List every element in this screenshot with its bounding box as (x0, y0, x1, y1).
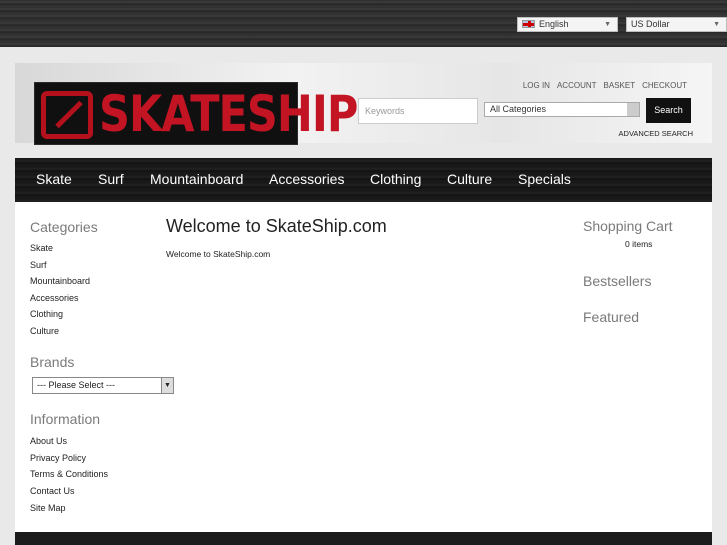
nav-item-clothing[interactable]: Clothing (370, 171, 421, 187)
nav-item-skate[interactable]: Skate (36, 171, 72, 187)
site-header: SKATESHIP LOG IN ACCOUNT BASKET CHECKOUT Ke… (15, 63, 712, 145)
nav-item-accessories[interactable]: Accessories (269, 171, 344, 187)
main-content-area: Categories Skate Surf Mountainboard Acce… (15, 202, 712, 532)
chevron-down-icon: ▼ (604, 21, 611, 28)
category-link-surf[interactable]: Surf (30, 260, 47, 270)
main-nav: Skate Surf Mountainboard Accessories Clo… (15, 158, 712, 202)
info-link-contact-us[interactable]: Contact Us (30, 486, 75, 496)
information-heading: Information (30, 411, 101, 427)
search-button[interactable]: Search (646, 98, 691, 123)
brand-select[interactable]: --- Please Select --- ▼ (32, 377, 174, 394)
basket-link[interactable]: BASKET (604, 81, 636, 90)
language-select[interactable]: English ▼ (517, 17, 618, 32)
page-title: Welcome to SkateShip.com (166, 216, 387, 236)
chevron-down-icon: ▼ (161, 378, 173, 393)
currency-select[interactable]: US Dollar ▼ (626, 17, 727, 32)
logo-text: SKATESHIP (99, 86, 358, 144)
advanced-search-link[interactable]: ADVANCED SEARCH (619, 129, 693, 138)
category-link-accessories[interactable]: Accessories (30, 293, 79, 303)
category-link-culture[interactable]: Culture (30, 326, 59, 336)
cart-item-count: 0 items (625, 239, 653, 249)
account-link[interactable]: ACCOUNT (557, 81, 597, 90)
category-select[interactable]: All Categories (484, 102, 640, 117)
checkout-link[interactable]: CHECKOUT (642, 81, 687, 90)
shopping-cart-heading: Shopping Cart (583, 218, 673, 234)
top-bar: English ▼ US Dollar ▼ (0, 0, 727, 47)
site-footer (15, 532, 712, 545)
category-select-value: All Categories (490, 104, 547, 114)
categories-heading: Categories (30, 219, 98, 235)
login-link[interactable]: LOG IN (523, 81, 550, 90)
info-link-privacy-policy[interactable]: Privacy Policy (30, 453, 86, 463)
nav-item-specials[interactable]: Specials (518, 171, 571, 187)
search-input[interactable]: Keywords (358, 98, 478, 124)
brand-select-value: --- Please Select --- (37, 380, 116, 390)
info-link-about-us[interactable]: About Us (30, 436, 67, 446)
nav-item-culture[interactable]: Culture (447, 171, 492, 187)
language-value: English (539, 19, 569, 29)
bestsellers-heading: Bestsellers (583, 273, 652, 289)
brands-heading: Brands (30, 354, 75, 370)
featured-heading: Featured (583, 309, 640, 325)
uk-flag-icon (522, 20, 535, 28)
info-link-site-map[interactable]: Site Map (30, 503, 66, 513)
header-links: LOG IN ACCOUNT BASKET CHECKOUT (516, 81, 687, 90)
chevron-down-icon: ▼ (713, 21, 720, 28)
category-link-skate[interactable]: Skate (30, 243, 53, 253)
currency-value: US Dollar (631, 19, 670, 29)
site-logo[interactable]: SKATESHIP (34, 82, 358, 145)
nav-item-surf[interactable]: Surf (98, 171, 124, 187)
welcome-text: Welcome to SkateShip.com (166, 249, 271, 259)
nav-item-mountainboard[interactable]: Mountainboard (150, 171, 243, 187)
info-link-terms[interactable]: Terms & Conditions (30, 469, 108, 479)
skateboard-logo-icon (41, 91, 93, 139)
chevron-down-icon (627, 103, 639, 116)
category-link-clothing[interactable]: Clothing (30, 309, 63, 319)
category-link-mountainboard[interactable]: Mountainboard (30, 276, 90, 286)
